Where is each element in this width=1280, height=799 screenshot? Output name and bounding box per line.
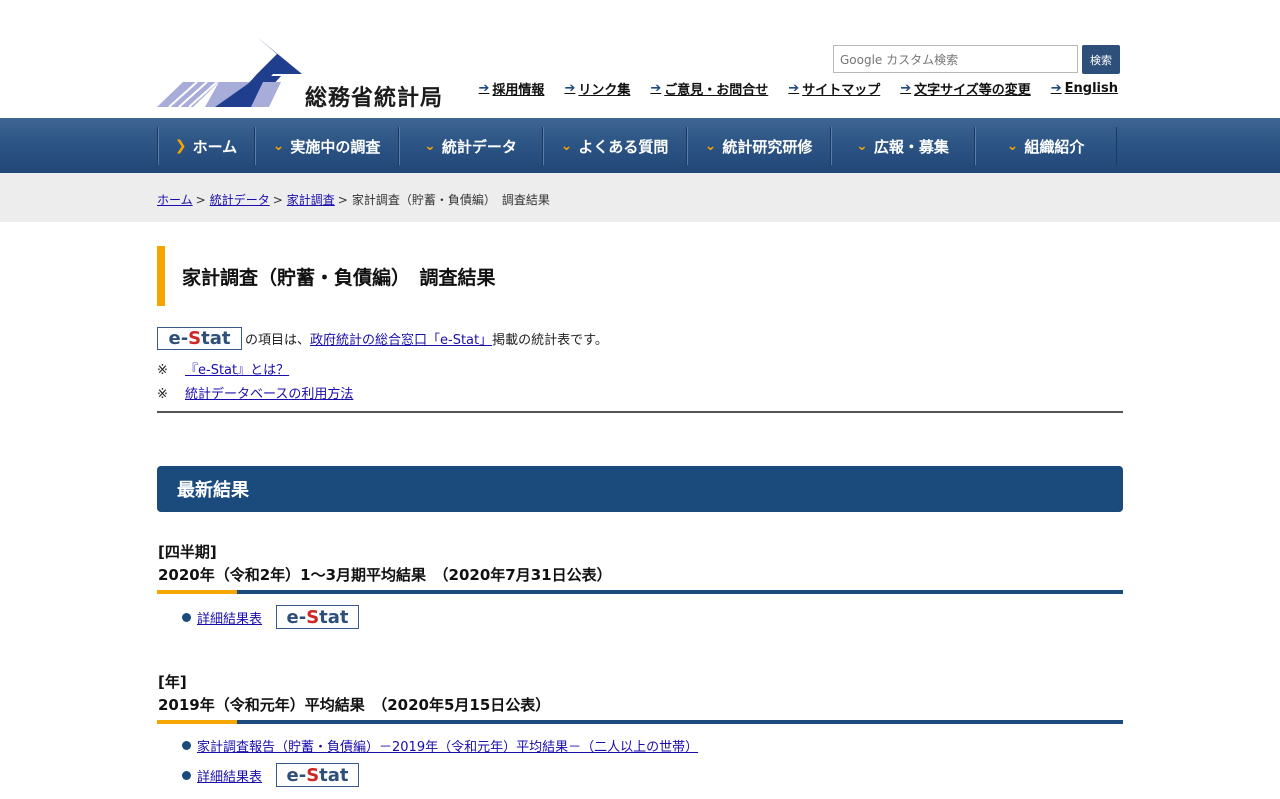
site-header: 総務省統計局 検索 ➔採用情報 ➔リンク集 ➔ご意見・お問合せ ➔サイトマップ … (0, 0, 1280, 118)
db-usage-link[interactable]: 統計データベースの利用方法 (185, 387, 353, 402)
chevron-down-icon: ⌄ (1006, 138, 1019, 154)
breadcrumb-home[interactable]: ホーム (157, 191, 193, 208)
block-period-annual: [年] (158, 673, 187, 691)
nav-item-about[interactable]: ⌄ 組織紹介 (974, 127, 1117, 165)
util-link-contact[interactable]: ➔ ご意見・お問合せ (650, 79, 768, 98)
detailed-tables-link[interactable]: 詳細結果表 (197, 766, 262, 785)
annual-report-link[interactable]: 家計調査報告（貯蓄・負債編）－2019年（令和元年）平均結果－（二人以上の世帯） (197, 736, 698, 755)
estat-badge: e- Stat (157, 327, 242, 350)
note-what-is-estat: ※ 『e-Stat』とは？ (157, 363, 290, 378)
arrow-right-icon: ➔ (1050, 81, 1062, 96)
logo-mark-icon (157, 37, 302, 108)
chevron-right-icon: ❯ (174, 138, 187, 154)
what-is-estat-link[interactable]: 『e-Stat』とは？ (185, 363, 289, 378)
chevron-down-icon: ⌄ (424, 138, 436, 154)
search-input[interactable] (838, 47, 1078, 73)
breadcrumb: ホーム > 統計データ > 家計調査 > 家計調査（貯蓄・負債編） 調査結果 (157, 191, 550, 208)
divider (157, 411, 1123, 413)
note-db-usage: ※ 統計データベースの利用方法 (157, 387, 354, 402)
block-period-quarterly: [四半期] (158, 543, 217, 561)
bullet-icon (182, 612, 191, 622)
chevron-down-icon: ⌄ (856, 138, 868, 154)
chevron-down-icon: ⌄ (704, 138, 717, 154)
estat-intro: e- Stat の項目は、 政府統計の総合窓口「e-Stat」 掲載の統計表です。 (157, 327, 608, 350)
arrow-right-icon: ➔ (564, 81, 576, 96)
search-button[interactable]: 検索 (1082, 45, 1120, 74)
bullet-icon (182, 770, 191, 780)
chevron-down-icon: ⌄ (560, 138, 573, 154)
page-title: 家計調査（貯蓄・負債編） 調査結果 (157, 246, 657, 306)
site-name: 総務省統計局 (305, 86, 444, 111)
block-rule (157, 590, 1123, 594)
breadcrumb-statistics[interactable]: 統計データ (210, 191, 270, 208)
site-logo[interactable]: 総務省統計局 (157, 36, 457, 111)
breadcrumb-current: 家計調査（貯蓄・負債編） 調査結果 (351, 193, 550, 207)
estat-portal-link[interactable]: 政府統計の総合窓口「e-Stat」 (310, 329, 492, 348)
list-item: 詳細結果表 e- Stat (182, 605, 360, 629)
latest-results-heading: 最新結果 (157, 466, 1123, 512)
nav-item-faq[interactable]: ⌄ よくある質問 (542, 127, 686, 165)
util-link-sitemap[interactable]: ➔ サイトマップ (788, 79, 880, 98)
utility-links: ➔ 採用情報 ➔ リンク集 ➔ ご意見・お問合せ ➔ サイトマップ ➔ 文字サイズ等の変更… (479, 79, 1118, 98)
block-title-quarterly: 2020年（令和2年）1～3月期平均結果 （2020年7月31日公表） (158, 566, 612, 584)
list-item: 家計調査報告（貯蓄・負債編）－2019年（令和元年）平均結果－（二人以上の世帯） (182, 736, 698, 755)
util-link-links[interactable]: ➔ リンク集 (564, 79, 630, 98)
arrow-right-icon: ➔ (478, 81, 490, 96)
chevron-down-icon: ⌄ (272, 138, 285, 154)
arrow-right-icon: ➔ (900, 81, 912, 96)
list-item: 詳細結果表 e- Stat (182, 763, 360, 787)
estat-badge[interactable]: e- Stat (276, 763, 360, 787)
bullet-icon (182, 741, 191, 750)
breadcrumb-bar: ホーム > 統計データ > 家計調査 > 家計調査（貯蓄・負債編） 調査結果 (0, 173, 1280, 222)
block-rule (157, 720, 1123, 724)
nav-item-pr[interactable]: ⌄ 広報・募集 (830, 127, 974, 165)
arrow-right-icon: ➔ (650, 81, 662, 96)
estat-badge[interactable]: e- Stat (276, 605, 360, 629)
util-link-text-size[interactable]: ➔ 文字サイズ等の変更 (900, 79, 1031, 98)
block-title-annual: 2019年（令和元年）平均結果 （2020年5月15日公表） (158, 696, 551, 714)
nav-item-surveys[interactable]: ⌄ 実施中の調査 (254, 127, 398, 165)
detailed-tables-link[interactable]: 詳細結果表 (197, 608, 262, 627)
breadcrumb-family-income[interactable]: 家計調査 (287, 191, 335, 208)
nav-item-statistics[interactable]: ⌄ 統計データ (398, 127, 542, 165)
arrow-right-icon: ➔ (788, 81, 800, 96)
util-link-recruit[interactable]: ➔ 採用情報 (479, 79, 545, 98)
util-link-english[interactable]: ➔ English (1051, 79, 1118, 98)
nav-item-training[interactable]: ⌄ 統計研究研修 (686, 127, 830, 165)
search-field[interactable] (833, 45, 1078, 73)
global-nav: ❯ ホーム ⌄ 実施中の調査 ⌄ 統計データ ⌄ よくある質問 ⌄ 統計研究研修 ⌄ 広報・… (0, 118, 1280, 173)
nav-item-home[interactable]: ❯ ホーム (157, 127, 254, 165)
